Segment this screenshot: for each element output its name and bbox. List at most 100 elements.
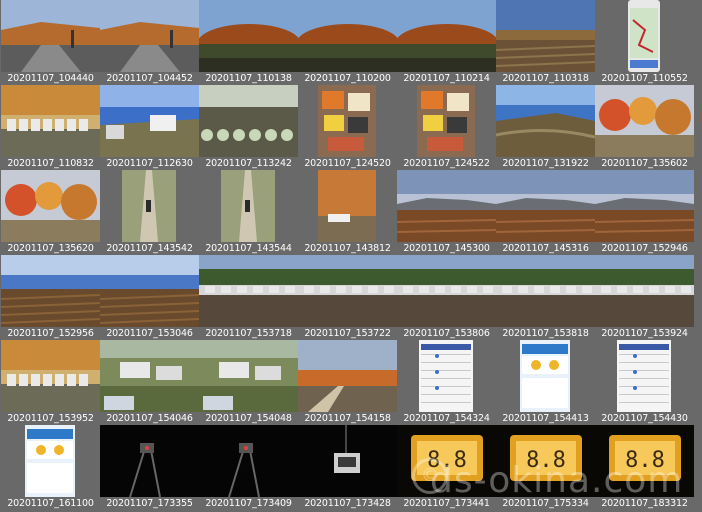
thumbnail-caption: 20201107_154324 (403, 413, 490, 424)
thumbnail-caption: 20201107_154413 (502, 413, 589, 424)
thumbnail-image[interactable] (100, 170, 199, 242)
thumbnail-image[interactable] (1, 255, 100, 327)
thumbnail-image[interactable] (397, 170, 496, 242)
thumbnail-item[interactable]: 20201107_153818 (496, 255, 595, 340)
thumbnail-caption: 20201107_154158 (304, 413, 391, 424)
thumbnail-image[interactable] (298, 255, 397, 327)
thumbnail-image[interactable]: 8.8 (397, 425, 496, 497)
thumbnail-image[interactable] (100, 340, 199, 412)
thumbnail-item[interactable]: 20201107_143544 (199, 170, 298, 255)
thumbnail-item[interactable]: 20201107_110318 (496, 0, 595, 85)
thumbnail-image[interactable] (199, 170, 298, 242)
thumbnail-caption: 20201107_110214 (403, 73, 490, 84)
thumbnail-image[interactable] (100, 255, 199, 327)
thumbnail-item[interactable]: 20201107_110200 (298, 0, 397, 85)
thumbnail-caption: 20201107_173355 (106, 498, 193, 509)
thumbnail-item[interactable]: 20201107_173428 (298, 425, 397, 510)
thumbnail-item[interactable]: 20201107_135602 (595, 85, 694, 170)
thumbnail-image[interactable] (496, 255, 595, 327)
thumbnail-caption: 20201107_145300 (403, 243, 490, 254)
thumbnail-caption: 20201107_152956 (7, 328, 94, 339)
thumbnail-item[interactable]: 20201107_154413 (496, 340, 595, 425)
thumbnail-item[interactable]: 20201107_154046 (100, 340, 199, 425)
thumbnail-item[interactable]: 20201107_112630 (100, 85, 199, 170)
thumbnail-image[interactable] (298, 85, 397, 157)
thumbnail-image[interactable] (298, 170, 397, 242)
thumbnail-image[interactable] (595, 255, 694, 327)
thumbnail-item[interactable]: 20201107_153722 (298, 255, 397, 340)
thumbnail-item[interactable]: 20201107_154430 (595, 340, 694, 425)
thumbnail-image[interactable]: 8.8 (595, 425, 694, 497)
thumbnail-caption: 20201107_173428 (304, 498, 391, 509)
thumbnail-item[interactable]: 20201107_153952 (1, 340, 100, 425)
thumbnail-item[interactable]: 20201107_145316 (496, 170, 595, 255)
thumbnail-image[interactable] (397, 0, 496, 72)
thumbnail-item[interactable]: 20201107_152956 (1, 255, 100, 340)
thumbnail-image[interactable] (298, 340, 397, 412)
thumbnail-item[interactable]: 20201107_161100 (1, 425, 100, 510)
thumbnail-item[interactable]: 20201107_110138 (199, 0, 298, 85)
thumbnail-item[interactable]: 20201107_143812 (298, 170, 397, 255)
thumbnail-image[interactable] (595, 170, 694, 242)
thumbnail-image[interactable] (199, 0, 298, 72)
thumbnail-image[interactable] (1, 85, 100, 157)
thumbnail-item[interactable]: 20201107_131922 (496, 85, 595, 170)
thumbnail-item[interactable]: 20201107_110832 (1, 85, 100, 170)
thumbnail-item[interactable]: 20201107_153806 (397, 255, 496, 340)
thumbnail-item[interactable]: 20201107_145300 (397, 170, 496, 255)
thumbnail-item[interactable]: 20201107_173409 (199, 425, 298, 510)
thumbnail-image[interactable] (100, 85, 199, 157)
thumbnail-image[interactable] (496, 85, 595, 157)
thumbnail-item[interactable]: 20201107_110552 (595, 0, 694, 85)
thumbnail-image[interactable] (1, 170, 100, 242)
thumbnail-item[interactable]: 20201107_104440 (1, 0, 100, 85)
thumbnail-item[interactable]: 8.8 20201107_175334 (496, 425, 595, 510)
thumbnail-image[interactable] (397, 255, 496, 327)
thumbnail-image[interactable] (199, 255, 298, 327)
thumbnail-image[interactable] (496, 170, 595, 242)
thumbnail-image[interactable] (199, 85, 298, 157)
thumbnail-item[interactable]: 20201107_104452 (100, 0, 199, 85)
thumbnail-image[interactable] (397, 340, 496, 412)
thumbnail-item[interactable]: 20201107_143542 (100, 170, 199, 255)
thumbnail-item[interactable]: 20201107_153718 (199, 255, 298, 340)
thumbnail-image[interactable] (100, 0, 199, 72)
thumbnail-item[interactable]: 20201107_113242 (199, 85, 298, 170)
thumbnail-item[interactable]: 20201107_124520 (298, 85, 397, 170)
thumbnail-item[interactable]: 20201107_154158 (298, 340, 397, 425)
thumbnail-caption: 20201107_175334 (502, 498, 589, 509)
thumbnail-item[interactable]: 20201107_124522 (397, 85, 496, 170)
thumbnail-item[interactable]: 8.8 20201107_183312 (595, 425, 694, 510)
thumbnail-caption: 20201107_143544 (205, 243, 292, 254)
thumbnail-image[interactable] (595, 0, 694, 72)
thumbnail-item[interactable]: 20201107_135620 (1, 170, 100, 255)
thumbnail-caption: 20201107_153046 (106, 328, 193, 339)
thumbnail-image[interactable] (496, 340, 595, 412)
thumbnail-item[interactable]: 20201107_153046 (100, 255, 199, 340)
thumbnail-caption: 20201107_135602 (601, 158, 688, 169)
thumbnail-item[interactable]: 20201107_154048 (199, 340, 298, 425)
thumbnail-image[interactable] (199, 340, 298, 412)
thumbnail-caption: 20201107_124520 (304, 158, 391, 169)
thumbnail-image[interactable] (199, 425, 298, 497)
thumbnail-image[interactable] (1, 340, 100, 412)
thumbnail-image[interactable] (496, 0, 595, 72)
thumbnail-image[interactable] (595, 340, 694, 412)
svg-text:8.8: 8.8 (625, 448, 665, 473)
thumbnail-image[interactable] (397, 85, 496, 157)
thumbnail-item[interactable]: 8.8 20201107_173441 (397, 425, 496, 510)
thumbnail-image[interactable] (100, 425, 199, 497)
thumbnail-item[interactable]: 20201107_152946 (595, 170, 694, 255)
thumbnail-caption: 20201107_143812 (304, 243, 391, 254)
thumbnail-caption: 20201107_153722 (304, 328, 391, 339)
thumbnail-item[interactable]: 20201107_173355 (100, 425, 199, 510)
thumbnail-item[interactable]: 20201107_154324 (397, 340, 496, 425)
thumbnail-image[interactable] (298, 0, 397, 72)
thumbnail-image[interactable] (298, 425, 397, 497)
thumbnail-image[interactable]: 8.8 (496, 425, 595, 497)
thumbnail-item[interactable]: 20201107_110214 (397, 0, 496, 85)
thumbnail-image[interactable] (1, 425, 100, 497)
thumbnail-item[interactable]: 20201107_153924 (595, 255, 694, 340)
thumbnail-image[interactable] (595, 85, 694, 157)
thumbnail-image[interactable] (1, 0, 100, 72)
